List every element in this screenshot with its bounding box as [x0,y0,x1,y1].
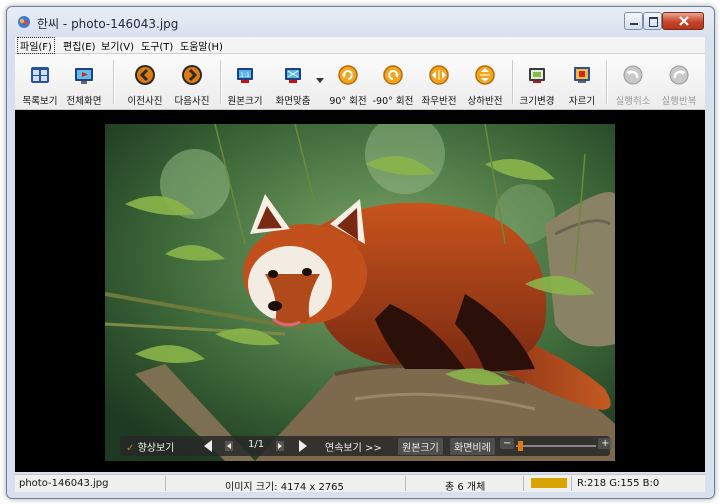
chevron-down-icon[interactable] [316,78,324,84]
status-image-size: 이미지 크기: 4174 x 2765 [225,482,344,493]
app-name: 한씨 [37,17,60,31]
minimize-button[interactable] [624,12,643,30]
status-separator [523,476,524,491]
status-separator [571,476,572,491]
original-size-icon: 1:1 [237,68,253,83]
flip-vertical-button[interactable]: 상하반전 [463,58,507,108]
slideshow-button[interactable]: 연속보기 >> [325,439,382,454]
zoom-slider-thumb[interactable] [518,441,523,451]
original-size-overlay-button[interactable]: 원본크기 [398,438,443,455]
flip-horizontal-icon [429,65,449,85]
prev-photo-button[interactable]: 이전사진 [123,58,167,108]
menu-bar: 파일(F) 편집(E) 보기(V) 도구(T) 도움말(H) [15,37,705,54]
arrow-right-icon [182,65,202,85]
redo-label: 실행반복 [661,96,697,107]
window-title: 한씨 - photo-146043.jpg [37,15,178,32]
menu-help[interactable]: 도움말(H) [178,38,225,53]
full-screen-button[interactable]: 전체화면 [62,58,106,108]
close-icon [679,16,689,26]
menu-tools[interactable]: 도구(T) [139,38,175,53]
photo-red-panda [105,124,615,461]
flip-vertical-label: 상하반전 [467,96,503,107]
first-page-icon[interactable] [203,440,213,452]
flip-vertical-icon [475,65,495,85]
undo-icon [623,65,643,85]
status-filename: photo-146043.jpg [19,478,109,489]
status-rgb: R:218 G:155 B:0 [577,478,660,489]
next-photo-button[interactable]: 다음사진 [170,58,214,108]
next-photo-label: 다음사진 [174,96,210,107]
redo-button[interactable]: 실행반복 [657,58,701,108]
fit-screen-button[interactable]: 화면맞춤 [271,58,315,108]
toolbar: 목록보기 전체화면 이전사진 다음사진 1:1 원본크기 화면맞춤 90° 회전… [15,54,705,110]
enhance-toggle[interactable]: ✓ 향상보기 [126,439,174,454]
prev-page-icon[interactable] [225,441,233,451]
status-object-count: 총 6 개체 [445,482,486,493]
page-counter: 1/1 [248,439,265,450]
status-bar: photo-146043.jpg 이미지 크기: 4174 x 2765 총 6… [15,474,705,493]
image-viewer[interactable]: ✓ 향상보기 1/1 연속보기 >> 원본크기 화면비례 − + [15,110,705,472]
viewer-control-bar: ✓ 향상보기 1/1 연속보기 >> 원본크기 화면비례 − + [120,436,613,456]
enhance-label: 향상보기 [137,443,175,454]
maximize-icon [649,17,658,27]
maximize-button[interactable] [643,12,662,30]
close-button[interactable] [662,12,704,30]
full-screen-label: 전체화면 [66,96,102,107]
zoom-out-button[interactable]: − [500,438,515,449]
checkmark-icon: ✓ [126,443,135,454]
menu-view[interactable]: 보기(V) [99,38,136,53]
fit-screen-label: 화면맞춤 [275,96,311,107]
next-page-icon[interactable] [276,441,284,451]
minimize-icon [630,23,638,25]
list-view-icon [31,67,49,83]
title-separator: - [59,17,72,31]
title-bar[interactable]: 한씨 - photo-146043.jpg [7,7,714,37]
color-swatch [531,478,567,488]
fit-ratio-button[interactable]: 화면비례 [450,438,495,455]
menu-file[interactable]: 파일(F) [17,37,55,54]
last-page-icon[interactable] [298,440,308,452]
status-separator [165,476,166,491]
crop-button[interactable]: 자르기 [560,58,604,108]
original-size-button[interactable]: 1:1 원본크기 [223,58,267,108]
app-window: 한씨 - photo-146043.jpg 파일(F) 편집(E) 보기(V) … [6,6,715,499]
app-logo-icon [18,16,30,28]
rotate-ccw-icon [383,65,403,85]
arrow-left-icon [135,65,155,85]
zoom-in-button[interactable]: + [598,438,613,449]
menu-edit[interactable]: 편집(E) [61,38,98,53]
resize-icon [529,68,545,83]
window-filename: photo-146043.jpg [71,17,179,31]
redo-icon [669,65,689,85]
rotate-cw-icon [338,65,358,85]
full-screen-icon [75,68,93,84]
status-separator [405,476,406,491]
svg-text:1:1: 1:1 [240,72,250,79]
crop-icon [574,67,590,83]
fit-screen-icon [285,68,301,83]
zoom-slider[interactable] [516,441,596,451]
